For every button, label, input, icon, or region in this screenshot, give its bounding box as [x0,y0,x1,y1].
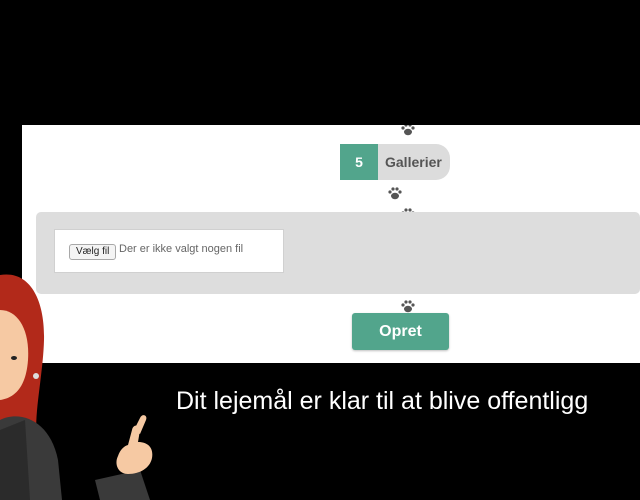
paw-icon [387,186,403,200]
create-button[interactable]: Opret [352,313,449,350]
galleries-count-badge: 5 [340,144,378,180]
file-input[interactable]: Vælg fil Der er ikke valgt nogen fil [54,229,284,273]
galleries-step[interactable]: 5 Gallerier [340,144,450,180]
galleries-label: Gallerier [385,154,442,170]
pointing-hand-icon [116,415,153,474]
file-status-text: Der er ikke valgt nogen fil [119,243,244,255]
subtitle-caption: Dit lejemål er klar til at blive offentl… [176,387,589,415]
paw-icon [400,125,416,136]
choose-file-button[interactable]: Vælg fil [69,244,117,260]
presenter-illustration [0,274,153,500]
paw-icon [400,299,416,313]
